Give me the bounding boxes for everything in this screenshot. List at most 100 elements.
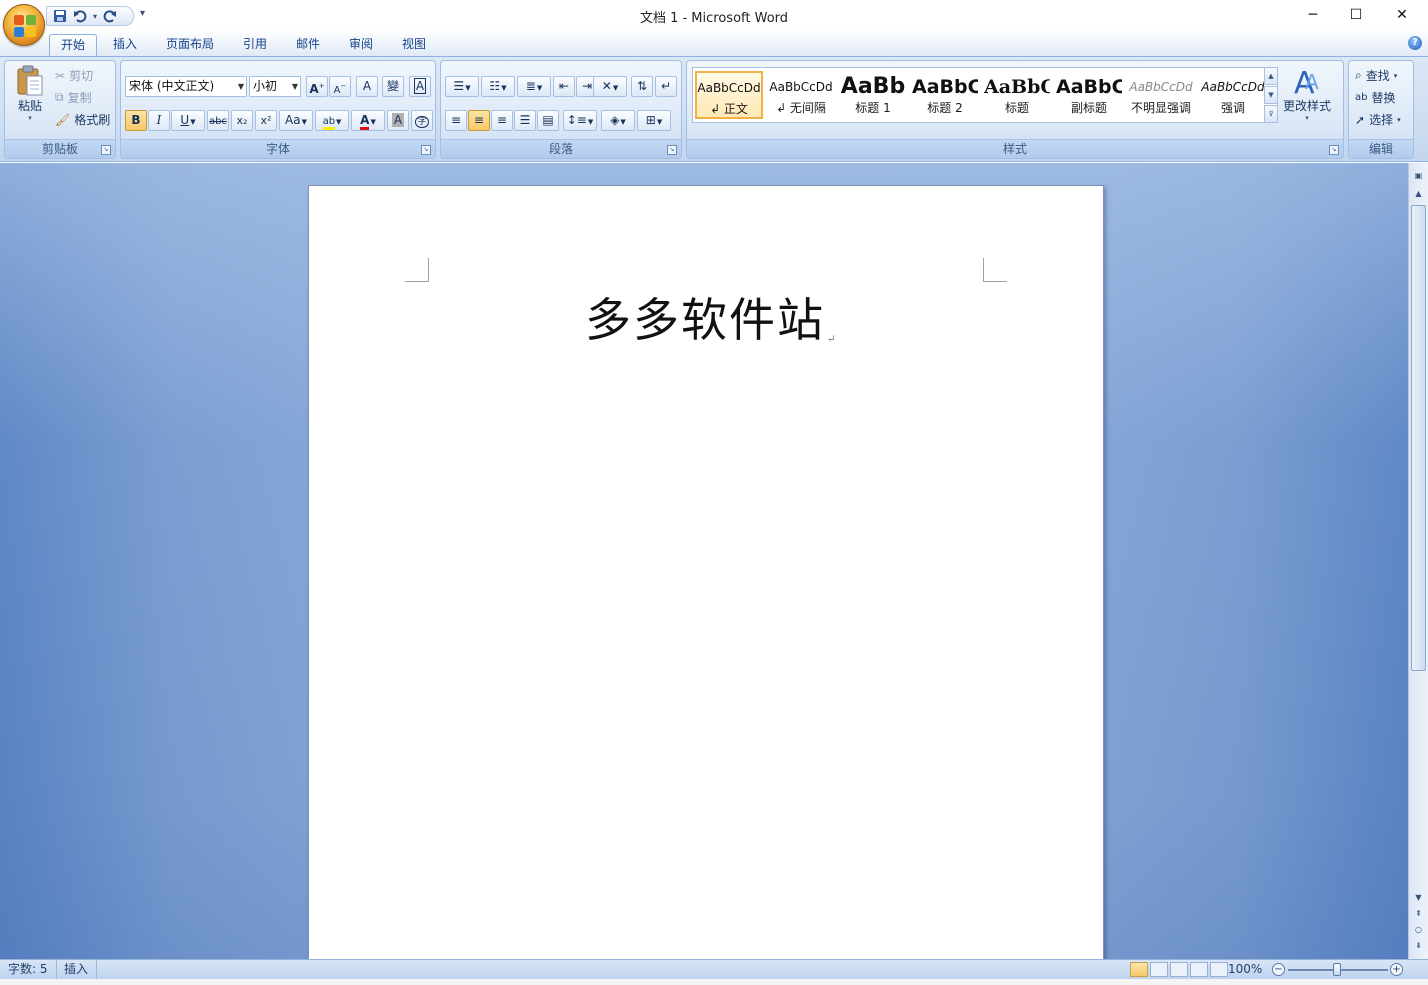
highlight-button[interactable]: ab▼ [315, 110, 349, 131]
font-launcher-icon[interactable]: ↘ [421, 145, 431, 155]
bullets-button[interactable]: ☰▼ [445, 76, 479, 97]
paste-dropdown-icon[interactable]: ▾ [28, 114, 32, 122]
tab-view[interactable]: 视图 [391, 34, 437, 57]
replace-button[interactable]: ab 替换 [1355, 89, 1396, 106]
show-marks-button[interactable]: ↵ [655, 76, 677, 97]
browse-object-icon[interactable]: ○ [1411, 923, 1426, 937]
tab-review[interactable]: 审阅 [338, 34, 384, 57]
full-screen-reading-view-icon[interactable] [1150, 962, 1168, 977]
clear-format-button[interactable]: A [356, 76, 378, 97]
phonetic-guide-icon: 變 [386, 79, 399, 93]
find-button[interactable]: ⌕ 查找 ▾ [1355, 67, 1397, 84]
borders-button[interactable]: ⊞▼ [637, 110, 671, 131]
justify-button[interactable]: ☰ [514, 110, 536, 131]
style-title[interactable]: AaBbC 标题 [983, 71, 1051, 119]
gallery-scroll-up-icon[interactable]: ▲ [1264, 67, 1278, 85]
char-border-button[interactable]: A [409, 76, 431, 97]
format-painter-button[interactable]: 🖌 格式刷 [55, 111, 110, 128]
web-layout-view-icon[interactable] [1170, 962, 1188, 977]
phonetic-guide-button[interactable]: 變 [382, 76, 404, 97]
italic-button[interactable]: I [148, 110, 170, 131]
styles-launcher-icon[interactable]: ↘ [1329, 145, 1339, 155]
enclose-char-button[interactable]: 字 [411, 110, 433, 131]
clipboard-launcher-icon[interactable]: ↘ [101, 145, 111, 155]
change-styles-button[interactable]: A A 更改样式 ▾ [1283, 65, 1331, 122]
scroll-down-icon[interactable]: ▼ [1411, 891, 1426, 905]
word-count[interactable]: 字数: 5 [0, 960, 57, 979]
copy-label: 复制 [67, 91, 92, 105]
align-center-button[interactable]: ≡ [468, 110, 490, 131]
close-button[interactable]: ✕ [1379, 0, 1425, 30]
zoom-slider-thumb[interactable] [1333, 963, 1341, 976]
style-subtle-emphasis[interactable]: AaBbCcDd 不明显强调 [1127, 71, 1195, 119]
gallery-scroll-down-icon[interactable]: ▼ [1264, 86, 1278, 104]
underline-button[interactable]: U▼ [171, 110, 205, 131]
zoom-in-icon[interactable]: + [1390, 963, 1403, 976]
line-spacing-button[interactable]: ↕≡▼ [563, 110, 597, 131]
char-shading-button[interactable]: A [387, 110, 409, 131]
tab-mailings[interactable]: 邮件 [285, 34, 331, 57]
scroll-up-icon[interactable]: ▲ [1411, 187, 1426, 201]
font-color-button[interactable]: A▼ [351, 110, 385, 131]
paragraph-launcher-icon[interactable]: ↘ [667, 145, 677, 155]
style-heading-2[interactable]: AaBbC 标题 2 [911, 71, 979, 119]
help-icon[interactable]: ? [1408, 36, 1422, 50]
decrease-indent-button[interactable]: ⇤ [553, 76, 575, 97]
style-no-spacing-name: ↲ 无间隔 [776, 101, 826, 115]
copy-button[interactable]: ⧉ 复制 [55, 89, 92, 106]
previous-page-icon[interactable]: ⇞ [1411, 907, 1426, 921]
select-button[interactable]: ➚ 选择 ▾ [1355, 111, 1401, 128]
zoom-out-icon[interactable]: − [1272, 963, 1285, 976]
zoom-level[interactable]: 100% [1228, 960, 1262, 979]
numbering-button[interactable]: ☷▼ [481, 76, 515, 97]
minimize-button[interactable]: ─ [1290, 0, 1336, 30]
gallery-more-icon[interactable]: ⊽ [1264, 105, 1278, 123]
change-case-icon: Aa [285, 113, 301, 127]
font-size-combo[interactable]: 小初 ▼ [249, 76, 301, 97]
outline-view-icon[interactable] [1190, 962, 1208, 977]
clipboard-group-label: 剪贴板 [5, 139, 115, 158]
cut-button[interactable]: ✂ 剪切 [55, 67, 93, 84]
distributed-button[interactable]: ▤ [537, 110, 559, 131]
style-emphasis[interactable]: AaBbCcDd 强调 [1199, 71, 1267, 119]
align-left-button[interactable]: ≡ [445, 110, 467, 131]
align-right-button[interactable]: ≡ [491, 110, 513, 131]
print-layout-view-icon[interactable] [1130, 962, 1148, 977]
tab-page-layout[interactable]: 页面布局 [155, 34, 225, 57]
scroll-thumb[interactable] [1411, 205, 1426, 671]
tab-references[interactable]: 引用 [232, 34, 278, 57]
tab-home[interactable]: 开始 [49, 34, 98, 57]
multilevel-list-button[interactable]: ≣▼ [517, 76, 551, 97]
style-normal[interactable]: AaBbCcDd ↲ 正文 [695, 71, 763, 119]
grow-font-button[interactable]: A+ [306, 76, 328, 97]
paste-button[interactable]: 粘贴 ▾ [11, 65, 49, 122]
font-group: 宋体 (中文正文) ▼ 小初 ▼ A+ A− A 變 A B I U▼ abc … [120, 60, 436, 159]
strikethrough-button[interactable]: abc [207, 110, 229, 131]
maximize-button[interactable]: ☐ [1333, 0, 1379, 30]
shading-button[interactable]: ◈▼ [601, 110, 635, 131]
sort-button[interactable]: ⇅ [631, 76, 653, 97]
char-border-icon: A [413, 78, 427, 94]
tab-insert[interactable]: 插入 [102, 34, 148, 57]
draft-view-icon[interactable] [1210, 962, 1228, 977]
document-heading[interactable]: 多多软件站 [585, 293, 825, 347]
vertical-scrollbar[interactable]: ▣ ▲ ▼ ⇞ ○ ⇟ [1408, 163, 1428, 959]
style-subtitle[interactable]: AaBbC 副标题 [1055, 71, 1123, 119]
document-body-text[interactable]: 多多软件站 ↵ [585, 284, 835, 350]
office-button[interactable] [3, 4, 45, 46]
change-case-button[interactable]: Aa▼ [279, 110, 313, 131]
chinese-layout-button[interactable]: ✕▼ [593, 76, 627, 97]
style-no-spacing[interactable]: AaBbCcDd ↲ 无间隔 [767, 71, 835, 119]
superscript-button[interactable]: x² [255, 110, 277, 131]
margin-corner-top-right [983, 258, 1007, 282]
insert-mode[interactable]: 插入 [56, 960, 98, 979]
ruler-toggle-icon[interactable]: ▣ [1411, 169, 1426, 183]
shrink-font-button[interactable]: A− [329, 76, 351, 97]
style-heading-1[interactable]: AaBb 标题 1 [839, 71, 907, 119]
next-page-icon[interactable]: ⇟ [1411, 939, 1426, 953]
bold-button[interactable]: B [125, 110, 147, 131]
subscript-button[interactable]: x₂ [231, 110, 253, 131]
font-name-combo[interactable]: 宋体 (中文正文) ▼ [125, 76, 247, 97]
document-page[interactable]: 多多软件站 ↵ [308, 185, 1104, 959]
pilcrow-icon: ↵ [660, 79, 672, 93]
